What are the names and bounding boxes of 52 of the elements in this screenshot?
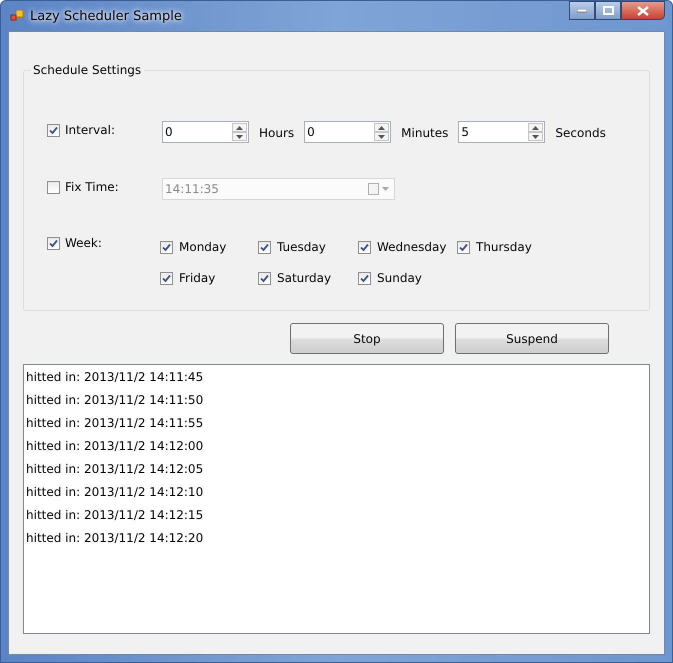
up-arrow-icon: [236, 126, 243, 130]
checkbox[interactable]: [47, 124, 60, 136]
checkbox[interactable]: [258, 272, 271, 284]
number-spinner[interactable]: 0: [304, 121, 392, 143]
close-icon: [637, 6, 649, 16]
number-spinner[interactable]: 5: [458, 121, 546, 143]
log-line: hitted in: 2013/11/2 14:11:55: [26, 415, 204, 432]
log-line: hitted in: 2013/11/2 14:12:20: [26, 530, 204, 547]
minimize-button[interactable]: [569, 1, 595, 20]
log-line: hitted in: 2013/11/2 14:12:00: [26, 438, 204, 455]
checkbox[interactable]: [47, 236, 60, 250]
day-label: Saturday: [277, 271, 332, 285]
action-button[interactable]: Suspend: [455, 323, 609, 354]
log-line: hitted in: 2013/11/2 14:11:45: [26, 369, 204, 386]
checkbox[interactable]: [358, 240, 371, 254]
maximize-button[interactable]: [595, 1, 621, 20]
log-textbox[interactable]: [23, 364, 650, 634]
down-arrow-icon: [532, 134, 540, 138]
down-arrow-icon: [378, 134, 386, 138]
day-label: Sunday: [377, 271, 422, 285]
day-label: Wednesday: [377, 240, 446, 254]
interval-label: Interval:: [65, 123, 115, 137]
minimize-icon: [577, 8, 587, 12]
week-label: Week:: [65, 236, 102, 250]
close-button[interactable]: [621, 1, 665, 20]
maximize-icon: [602, 6, 614, 15]
log-line: hitted in: 2013/11/2 14:12:15: [26, 507, 204, 524]
up-arrow-icon: [532, 126, 540, 130]
day-label: Tuesday: [277, 240, 326, 254]
down-arrow-icon: [236, 134, 243, 138]
unit-label: Minutes: [401, 126, 448, 140]
calendar-dropdown-icon: [368, 183, 390, 195]
day-label: Thursday: [476, 240, 532, 254]
log-line: hitted in: 2013/11/2 14:12:05: [26, 461, 204, 478]
checkbox[interactable]: [160, 272, 173, 284]
checkbox[interactable]: [258, 240, 271, 254]
unit-label: Seconds: [555, 126, 606, 140]
number-spinner[interactable]: 0: [162, 121, 249, 143]
day-label: Friday: [179, 271, 216, 285]
up-arrow-icon: [378, 126, 386, 130]
app-icon: [10, 9, 24, 23]
window-title: Lazy Scheduler Sample: [30, 8, 182, 24]
checkbox[interactable]: [160, 240, 173, 254]
checkbox[interactable]: [358, 272, 371, 284]
day-label: Monday: [179, 240, 226, 254]
action-button[interactable]: Stop: [290, 323, 444, 354]
log-line: hitted in: 2013/11/2 14:12:10: [26, 484, 204, 501]
checkbox[interactable]: [457, 240, 470, 254]
log-line: hitted in: 2013/11/2 14:11:50: [26, 392, 204, 409]
group-title: Schedule Settings: [30, 63, 144, 77]
fix-time-label: Fix Time:: [65, 180, 119, 194]
unit-label: Hours: [259, 126, 294, 140]
